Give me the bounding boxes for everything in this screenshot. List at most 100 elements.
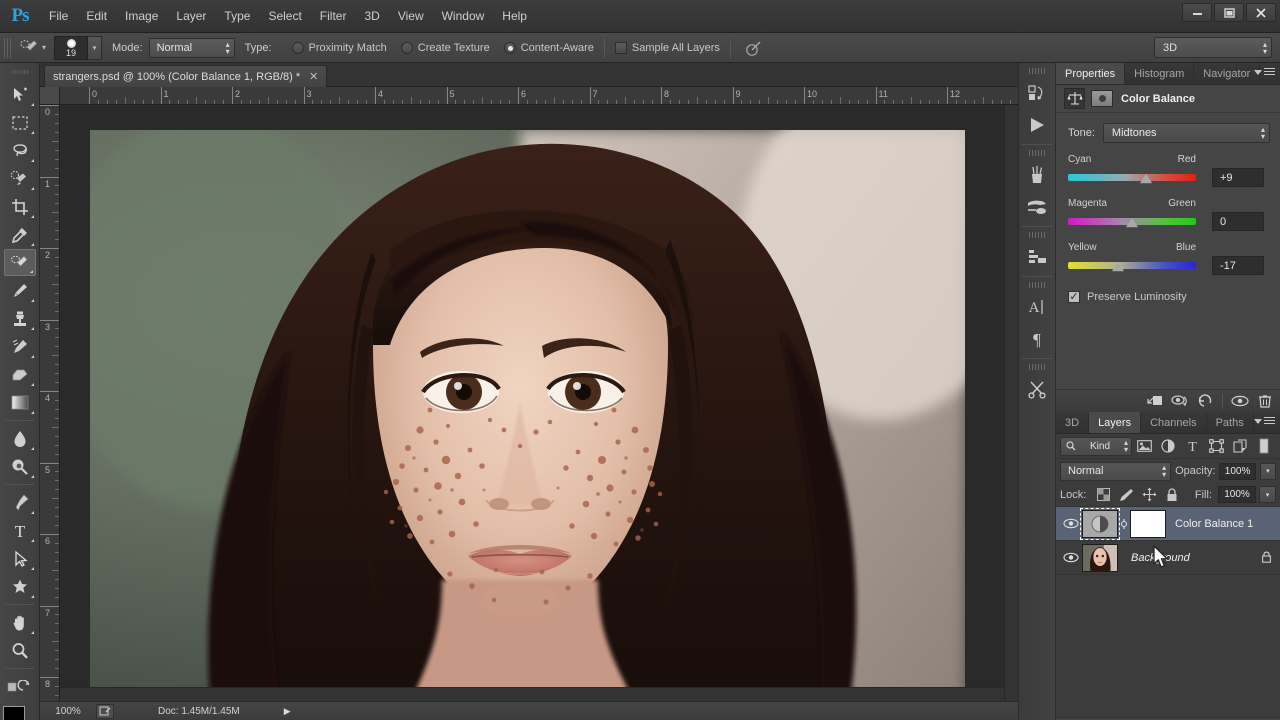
menu-help[interactable]: Help (493, 0, 536, 33)
scissors-icon[interactable] (1022, 373, 1052, 405)
lasso-tool[interactable] (4, 137, 36, 164)
tab-channels[interactable]: Channels (1141, 412, 1206, 433)
ruler-corner[interactable] (40, 87, 60, 105)
slider-yellow-blue-track[interactable] (1068, 262, 1196, 269)
slider-yellow-blue-handle[interactable] (1112, 262, 1124, 271)
type-create-texture[interactable]: Create Texture (401, 42, 490, 54)
menu-edit[interactable]: Edit (77, 0, 116, 33)
minimize-button[interactable] (1182, 3, 1212, 22)
status-menu-arrow[interactable]: ▶ (284, 706, 291, 717)
pen-tool[interactable] (4, 489, 36, 516)
close-icon[interactable]: ✕ (309, 70, 318, 83)
tab-navigator[interactable]: Navigator (1194, 63, 1260, 84)
options-bar-grip[interactable] (4, 38, 12, 58)
opacity-slider-caret[interactable]: ▾ (1260, 463, 1276, 480)
custom-shape-tool[interactable] (4, 573, 36, 600)
fill-slider-caret[interactable]: ▾ (1259, 486, 1276, 503)
spot-healing-brush-icon[interactable] (16, 37, 42, 59)
tab-3d[interactable]: 3D (1056, 412, 1089, 433)
blend-mode-select[interactable]: Normal ▴▾ (1060, 462, 1171, 481)
vertical-scrollbar[interactable] (1004, 105, 1018, 702)
hand-tool[interactable] (4, 609, 36, 636)
tab-paths[interactable]: Paths (1207, 412, 1254, 433)
menu-view[interactable]: View (389, 0, 433, 33)
adjustment-thumb[interactable] (1082, 510, 1118, 538)
toggle-visibility-icon[interactable] (1229, 392, 1251, 410)
dock-grip-3[interactable] (1029, 232, 1045, 238)
slider-magenta-green-handle[interactable] (1126, 218, 1138, 227)
history-brush-tool[interactable] (4, 333, 36, 360)
reset-icon[interactable] (1194, 392, 1216, 410)
foreground-color-swatch[interactable] (3, 706, 25, 720)
filter-adjustment-icon[interactable] (1156, 436, 1180, 456)
menu-type[interactable]: Type (215, 0, 259, 33)
canvas-image[interactable] (90, 130, 965, 702)
layer-mask-icon[interactable] (1091, 90, 1113, 107)
dock-grip[interactable] (1029, 68, 1045, 74)
layer-name[interactable]: Color Balance 1 (1175, 518, 1280, 530)
color-balance-icon[interactable] (1064, 88, 1085, 109)
menu-filter[interactable]: Filter (311, 0, 356, 33)
type-content-aware[interactable]: Content-Aware (504, 42, 594, 54)
timeline-play-icon[interactable] (1022, 109, 1052, 141)
menu-3d[interactable]: 3D (355, 0, 388, 33)
layer-name[interactable]: Background (1131, 552, 1261, 564)
tab-histogram[interactable]: Histogram (1125, 63, 1194, 84)
filter-shape-icon[interactable] (1204, 436, 1228, 456)
gradient-tool[interactable] (4, 389, 36, 416)
vertical-ruler[interactable]: 012345678 (40, 105, 60, 702)
menu-layer[interactable]: Layer (167, 0, 215, 33)
document-tab[interactable]: strangers.psd @ 100% (Color Balance 1, R… (44, 65, 327, 87)
rectangular-marquee-tool[interactable] (4, 109, 36, 136)
type-proximity-match[interactable]: Proximity Match (292, 42, 387, 54)
tablet-pressure-icon[interactable] (741, 37, 767, 59)
preserve-luminosity-checkbox[interactable]: ✓ Preserve Luminosity (1056, 275, 1280, 303)
menu-image[interactable]: Image (116, 0, 167, 33)
lock-all-icon[interactable] (1162, 485, 1182, 505)
paragraph-icon[interactable]: ¶ (1022, 323, 1052, 355)
delete-icon[interactable] (1254, 392, 1276, 410)
clone-source-icon[interactable] (1022, 191, 1052, 223)
slider-yellow-blue-value[interactable]: -17 (1212, 256, 1264, 275)
layers-panel-menu-button[interactable] (1254, 417, 1275, 426)
panel-menu-button[interactable] (1254, 68, 1275, 77)
dock-grip-5[interactable] (1029, 364, 1045, 370)
slider-cyan-red-track[interactable] (1068, 174, 1196, 181)
menu-file[interactable]: File (40, 0, 77, 33)
tools-panel-grip[interactable] (11, 67, 29, 77)
crop-tool[interactable] (4, 193, 36, 220)
eraser-tool[interactable] (4, 361, 36, 388)
filter-toggle-icon[interactable] (1252, 436, 1276, 456)
eyedropper-tool[interactable] (4, 221, 36, 248)
zoom-tool[interactable] (4, 637, 36, 664)
menu-select[interactable]: Select (259, 0, 310, 33)
quick-selection-tool[interactable] (4, 165, 36, 192)
table-row[interactable]: Background (1056, 541, 1280, 575)
filter-pixel-icon[interactable] (1132, 436, 1156, 456)
clone-stamp-tool[interactable] (4, 305, 36, 332)
color-swatches[interactable] (3, 706, 37, 720)
slider-cyan-red-handle[interactable] (1140, 174, 1152, 183)
workspace-select[interactable]: 3D ▴▾ (1154, 37, 1272, 58)
character-icon[interactable]: A (1022, 291, 1052, 323)
brush-size-preview[interactable]: 19 (54, 36, 88, 60)
slider-magenta-green-value[interactable]: 0 (1212, 212, 1264, 231)
tab-layers[interactable]: Layers (1089, 412, 1141, 433)
lock-position-icon[interactable] (1139, 485, 1159, 505)
zoom-level[interactable]: 100% (40, 706, 96, 717)
dodge-tool[interactable] (4, 453, 36, 480)
filter-type-icon[interactable]: T (1180, 436, 1204, 456)
fill-value[interactable]: 100% (1218, 486, 1256, 503)
slider-magenta-green-track[interactable] (1068, 218, 1196, 225)
move-tool[interactable] (4, 81, 36, 108)
brush-presets-icon[interactable] (1022, 159, 1052, 191)
edit-toolbar-icon[interactable] (4, 673, 36, 700)
blur-tool[interactable] (4, 425, 36, 452)
view-previous-state-icon[interactable] (1169, 392, 1191, 410)
adjustments-icon[interactable] (1022, 241, 1052, 273)
slider-cyan-red-value[interactable]: +9 (1212, 168, 1264, 187)
screen-mode-icon[interactable] (96, 704, 114, 719)
horizontal-scrollbar[interactable] (60, 687, 1018, 701)
canvas-pane[interactable] (61, 106, 1018, 702)
brush-tool[interactable] (4, 277, 36, 304)
